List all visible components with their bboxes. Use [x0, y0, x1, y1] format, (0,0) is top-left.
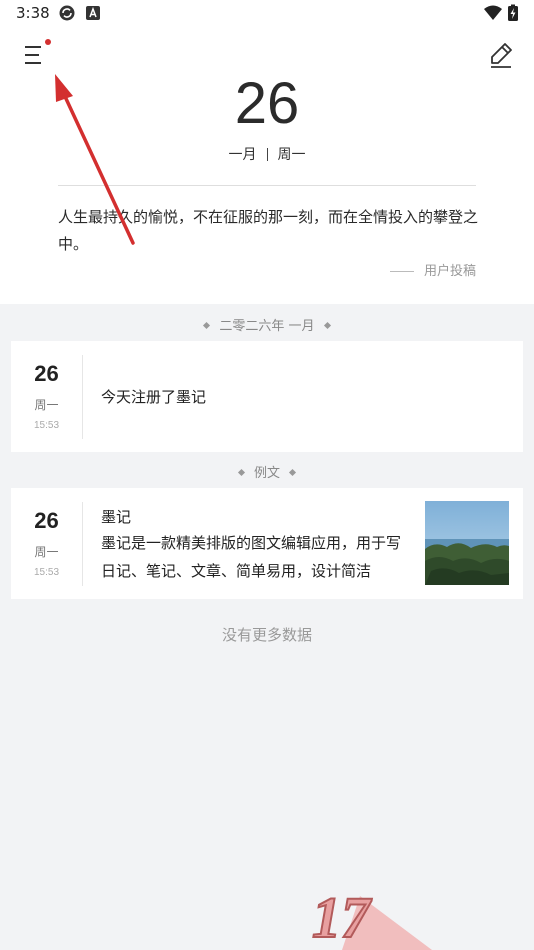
diamond-icon	[288, 468, 297, 477]
entry-date-column: 26 周一 15:53	[11, 488, 82, 599]
header-divider	[58, 185, 476, 186]
entry-time: 15:53	[33, 420, 60, 431]
section-label-text: 二零二六年 一月	[219, 319, 315, 334]
date-separator	[266, 148, 268, 161]
current-day: 26	[234, 71, 300, 136]
entry-day: 26	[34, 508, 59, 533]
app-badge-icon	[86, 6, 100, 20]
watermark-logo: 17	[300, 880, 440, 950]
quote-source-label: 用户投稿	[423, 264, 476, 279]
status-bar: 3:38	[0, 0, 534, 28]
battery-charging-icon	[508, 4, 518, 21]
entry-day: 26	[34, 361, 59, 386]
entry-weekday: 周一	[34, 545, 59, 559]
section-label-month: 二零二六年 一月	[0, 315, 534, 334]
entry-time: 15:53	[33, 567, 60, 578]
pencil-icon[interactable]	[486, 40, 516, 70]
no-more-data-label: 没有更多数据	[221, 626, 312, 644]
sync-icon	[59, 5, 75, 21]
daily-quote: 人生最持久的愉悦，不在征服的那一刻，而在全情投入的攀登之中。	[58, 208, 479, 253]
current-date-line: 一月 周一	[0, 144, 534, 164]
entry-divider	[82, 355, 83, 439]
wifi-icon	[484, 5, 502, 20]
diamond-icon	[237, 468, 246, 477]
entry-body: 墨记是一款精美排版的图文编辑应用，用于写日记、笔记、文章、简单易用，设计简洁	[101, 534, 401, 580]
entry-weekday: 周一	[34, 398, 59, 412]
entry-divider	[82, 502, 83, 586]
coastal-landscape-photo[interactable]	[425, 501, 509, 585]
entry-date-column: 26 周一 15:53	[11, 341, 82, 452]
diamond-icon	[323, 321, 331, 330]
sample-article-card[interactable]: 26 周一 15:53 墨记 墨记是一款精美排版的图文编辑应用，用于写日记、笔记…	[11, 488, 523, 599]
today-header: 26 一月 周一 人生最持久的愉悦，不在征服的那一刻，而在全情投入的攀登之中。 用…	[0, 28, 534, 304]
section-label-text: 例文	[253, 466, 280, 481]
current-weekday: 周一	[277, 147, 306, 163]
watermark-text: 17	[311, 884, 371, 950]
current-month: 一月	[228, 147, 257, 163]
diamond-icon	[203, 321, 211, 330]
entry-title: 墨记	[101, 508, 132, 526]
quote-source: 用户投稿	[389, 260, 476, 279]
notification-dot	[45, 39, 51, 45]
entry-text: 今天注册了墨记	[101, 388, 207, 406]
quote-dash	[389, 271, 414, 272]
section-label-sample: 例文	[0, 462, 534, 481]
diary-entry-card[interactable]: 26 周一 15:53 今天注册了墨记	[11, 341, 523, 452]
status-time: 3:38	[16, 4, 50, 22]
